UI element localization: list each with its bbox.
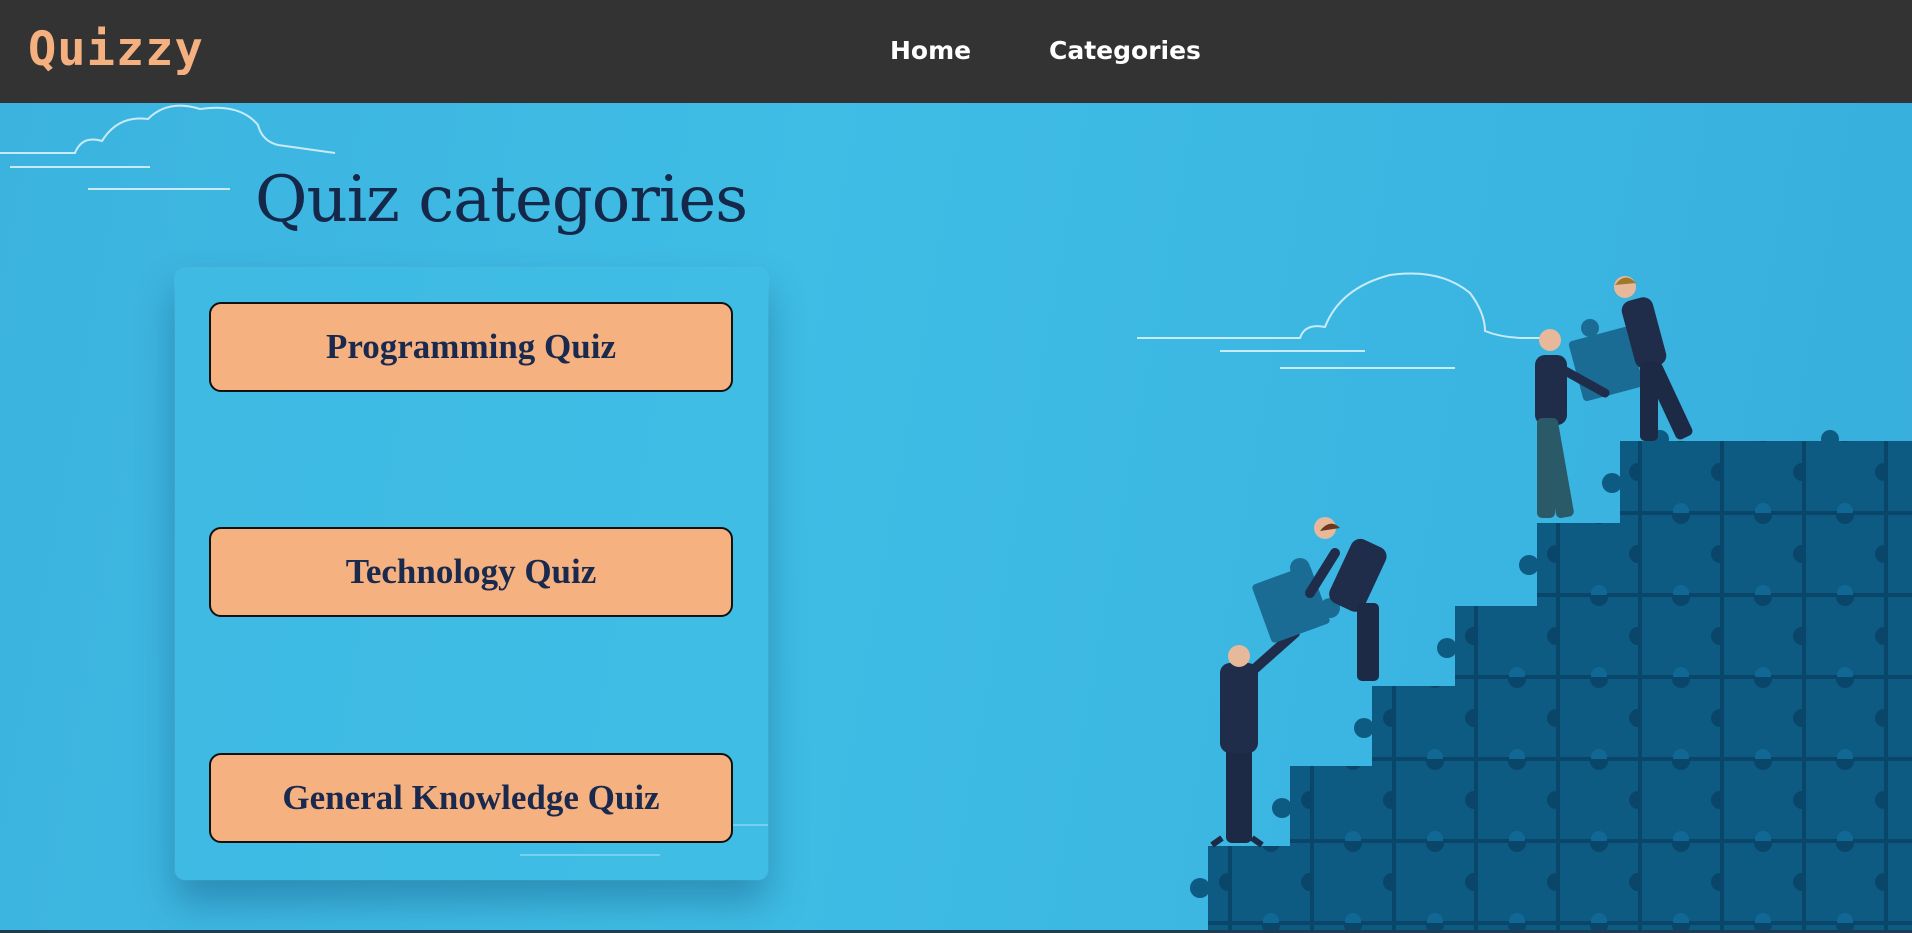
- technology-quiz-button[interactable]: Technology Quiz: [209, 527, 733, 617]
- nav-link-home[interactable]: Home: [890, 33, 971, 69]
- nav-link-categories[interactable]: Categories: [1049, 33, 1201, 69]
- cloud-right: [1137, 272, 1560, 369]
- general-knowledge-quiz-button[interactable]: General Knowledge Quiz: [209, 753, 733, 843]
- logo[interactable]: Quizzy: [28, 22, 204, 78]
- quiz-category-panel: Programming Quiz Technology Quiz General…: [175, 268, 768, 880]
- navbar: Quizzy Home Categories: [0, 0, 1912, 103]
- page-title: Quiz categories: [255, 163, 748, 237]
- programming-quiz-button[interactable]: Programming Quiz: [209, 302, 733, 392]
